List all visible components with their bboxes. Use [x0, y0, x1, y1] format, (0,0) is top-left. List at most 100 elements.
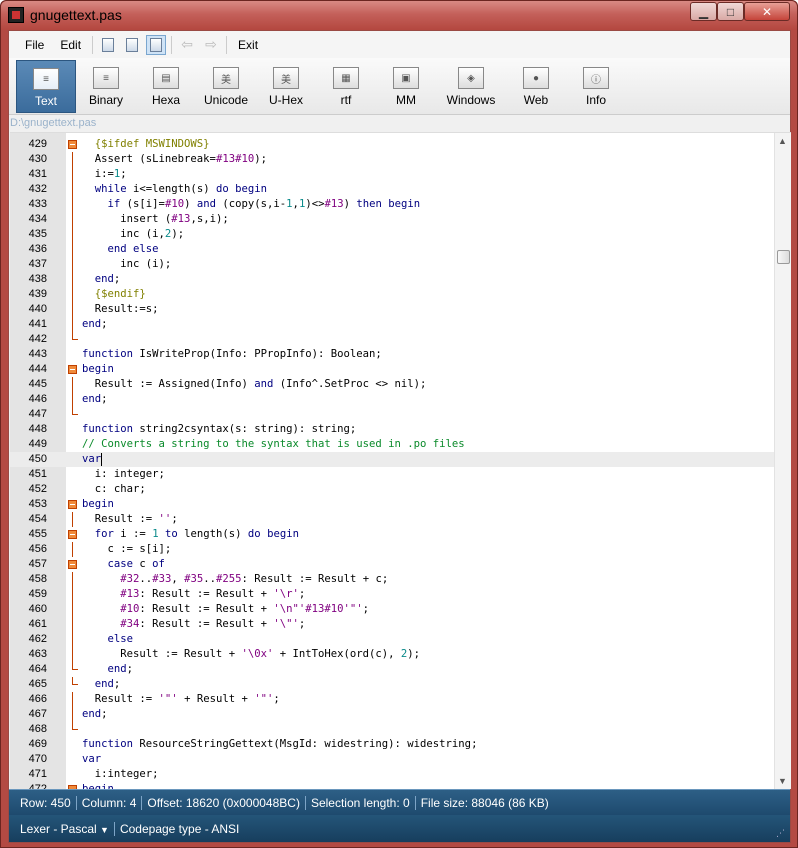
code-text: Result:=s; — [82, 303, 159, 315]
lexer-dropdown[interactable]: Lexer - Pascal ▼ — [15, 821, 115, 836]
mode-text-button[interactable]: ≡ Text — [16, 60, 76, 113]
code-line[interactable]: 468 — [10, 722, 774, 737]
code-line[interactable]: 440 Result:=s; — [10, 302, 774, 317]
fold-guide — [72, 512, 73, 527]
back-arrow-icon[interactable]: ⇦ — [177, 35, 197, 55]
app-icon[interactable] — [8, 7, 24, 23]
fold-guide — [72, 572, 73, 587]
menu-edit[interactable]: Edit — [52, 34, 89, 56]
code-line[interactable]: 456 c := s[i]; — [10, 542, 774, 557]
fold-toggle-icon[interactable] — [68, 140, 77, 149]
title-bar[interactable]: gnugettext.pas ▁ □ ✕ — [1, 1, 797, 30]
mode-mm-button[interactable]: ▣ MM — [376, 60, 436, 113]
code-line[interactable]: 466 Result := '"' + Result + '"'; — [10, 692, 774, 707]
code-text: #34: Result := Result + '\"'; — [120, 618, 306, 630]
code-line[interactable]: 447 — [10, 407, 774, 422]
code-line[interactable]: 453 begin — [10, 497, 774, 512]
fold-toggle-icon[interactable] — [68, 365, 77, 374]
code-lines[interactable]: 429 {$ifdef MSWINDOWS} 430 Assert (sLineb… — [10, 137, 774, 789]
code-line[interactable]: 446 end; — [10, 392, 774, 407]
code-line[interactable]: 437 inc (i); — [10, 257, 774, 272]
print-icon[interactable] — [98, 35, 118, 55]
mode-rtf-button[interactable]: ▦ rtf — [316, 60, 376, 113]
mode-windows-button[interactable]: ◈ Windows — [436, 60, 506, 113]
code-text: begin — [82, 363, 114, 375]
status-bar: Row: 450 Column: 4 Offset: 18620 (0x0000… — [9, 789, 790, 815]
maximize-button[interactable]: □ — [717, 2, 744, 21]
code-line[interactable]: 457 case c of — [10, 557, 774, 572]
code-line[interactable]: 441 end; — [10, 317, 774, 332]
code-line[interactable]: 430 Assert (sLinebreak=#13#10); — [10, 152, 774, 167]
code-line[interactable]: 469 function ResourceStringGettext(MsgId:… — [10, 737, 774, 752]
code-line[interactable]: 444 begin — [10, 362, 774, 377]
fold-guide — [72, 377, 73, 392]
code-line[interactable]: 434 insert (#13,s,i); — [10, 212, 774, 227]
code-line[interactable]: 439 {$endif} — [10, 287, 774, 302]
scroll-up-arrow-icon[interactable]: ▲ — [778, 136, 787, 146]
line-number: 464 — [28, 663, 47, 675]
forward-arrow-icon[interactable]: ⇨ — [201, 35, 221, 55]
code-line[interactable]: 454 Result := ''; — [10, 512, 774, 527]
scrollbar-thumb[interactable] — [777, 250, 790, 264]
code-line[interactable]: 458 #32..#33, #35..#255: Result := Resul… — [10, 572, 774, 587]
code-line[interactable]: 445 Result := Assigned(Info) and (Info^.… — [10, 377, 774, 392]
code-line[interactable]: 464 end; — [10, 662, 774, 677]
wrap-icon[interactable] — [146, 34, 167, 55]
code-editor[interactable]: 429 {$ifdef MSWINDOWS} 430 Assert (sLineb… — [10, 132, 791, 789]
mode-web-button[interactable]: ● Web — [506, 60, 566, 113]
code-text: insert (#13,s,i); — [82, 213, 229, 225]
code-line[interactable]: 465 end; — [10, 677, 774, 692]
code-line[interactable]: 467 end; — [10, 707, 774, 722]
code-line[interactable]: 452 c: char; — [10, 482, 774, 497]
fold-toggle-icon[interactable] — [68, 560, 77, 569]
code-line[interactable]: 449 // Converts a string to the syntax th… — [10, 437, 774, 452]
code-line[interactable]: 431 i:=1; — [10, 167, 774, 182]
code-line[interactable]: 438 end; — [10, 272, 774, 287]
menu-file[interactable]: File — [17, 34, 52, 56]
code-line[interactable]: 451 i: integer; — [10, 467, 774, 482]
code-text: end; — [82, 318, 108, 330]
code-line[interactable]: 459 #13: Result := Result + '\r'; — [10, 587, 774, 602]
code-line[interactable]: 436 end else — [10, 242, 774, 257]
mode-unicode-button[interactable]: 美 Unicode — [196, 60, 256, 113]
line-number: 431 — [28, 168, 47, 180]
code-line[interactable]: 463 Result := Result + '\0x' + IntToHex(… — [10, 647, 774, 662]
vertical-scrollbar[interactable]: ▲ ▼ — [774, 133, 791, 789]
fold-toggle-icon[interactable] — [68, 530, 77, 539]
code-line[interactable]: 471 i:integer; — [10, 767, 774, 782]
code-line[interactable]: 448 function string2csyntax(s: string): s… — [10, 422, 774, 437]
code-line[interactable]: 461 #34: Result := Result + '\"'; — [10, 617, 774, 632]
fold-guide — [72, 212, 73, 227]
code-line[interactable]: 433 if (s[i]=#10) and (copy(s,i-1,1)<>#1… — [10, 197, 774, 212]
line-number: 469 — [28, 738, 47, 750]
code-text: inc (i); — [82, 258, 172, 270]
code-line[interactable]: 443 function IsWriteProp(Info: PPropInfo)… — [10, 347, 774, 362]
code-text: else — [107, 633, 134, 645]
code-line[interactable]: 450 var — [10, 452, 774, 467]
code-text: #10: Result := Result + '\n"'#13#10'"'; — [120, 603, 370, 615]
code-line[interactable]: 455 for i := 1 to length(s) do begin — [10, 527, 774, 542]
close-button[interactable]: ✕ — [744, 2, 790, 21]
mode-info-button[interactable]: ⓘ Info — [566, 60, 626, 113]
code-line[interactable]: 435 inc (i,2); — [10, 227, 774, 242]
scroll-down-arrow-icon[interactable]: ▼ — [778, 776, 787, 786]
menu-exit[interactable]: Exit — [230, 34, 266, 56]
line-number: 448 — [28, 423, 47, 435]
code-line[interactable]: 460 #10: Result := Result + '\n"'#13#10'… — [10, 602, 774, 617]
code-line[interactable]: 429 {$ifdef MSWINDOWS} — [10, 137, 774, 152]
mode-uhex-button[interactable]: 美 U-Hex — [256, 60, 316, 113]
code-line[interactable]: 470 var — [10, 752, 774, 767]
minimize-button[interactable]: ▁ — [690, 2, 717, 21]
mode-hexa-button[interactable]: ▤ Hexa — [136, 60, 196, 113]
code-line[interactable]: 462 else — [10, 632, 774, 647]
fold-guide — [72, 587, 73, 602]
view-mode-toolbar: ≡ Text ≡ Binary ▤ Hexa 美 Unicode 美 U-Hex ▦ rtf… — [9, 58, 790, 115]
code-line[interactable]: 442 — [10, 332, 774, 347]
code-line[interactable]: 472 begin — [10, 782, 774, 789]
copy-icon[interactable] — [122, 35, 142, 55]
fold-toggle-icon[interactable] — [68, 500, 77, 509]
resize-grip-icon[interactable]: ⋰ — [776, 828, 788, 840]
fold-end-marker — [72, 677, 78, 685]
mode-binary-button[interactable]: ≡ Binary — [76, 60, 136, 113]
code-line[interactable]: 432 while i<=length(s) do begin — [10, 182, 774, 197]
